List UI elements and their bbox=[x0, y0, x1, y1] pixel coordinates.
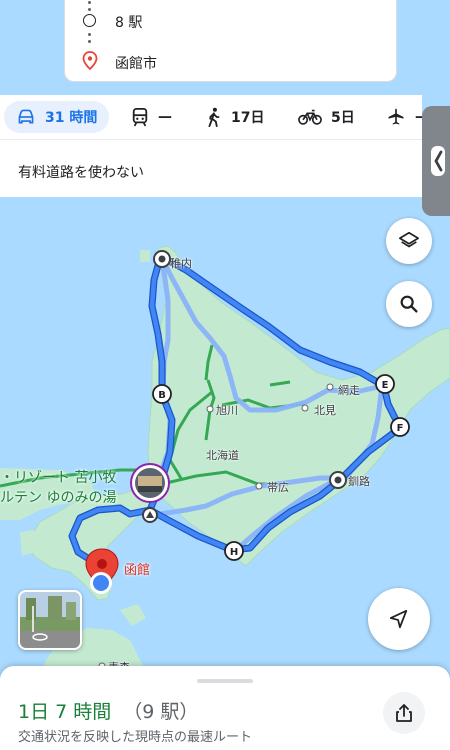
waypoint-circle-icon bbox=[83, 14, 96, 27]
search-icon bbox=[400, 295, 418, 313]
mode-walk-label: 17日 bbox=[231, 110, 265, 126]
stop-label-waypoint[interactable]: 8 駅 bbox=[115, 12, 142, 32]
mode-transit[interactable]: — bbox=[131, 101, 172, 133]
search-button[interactable] bbox=[386, 281, 432, 327]
avoid-tolls-label: 有料道路を使わない bbox=[18, 165, 144, 181]
route-options-row[interactable]: 有料道路を使わない bbox=[0, 139, 422, 197]
mode-drive-label: 31 時間 bbox=[45, 110, 98, 126]
mode-drive[interactable]: 31 時間 bbox=[4, 101, 110, 133]
place-label-kitami: 北見 bbox=[314, 404, 336, 417]
recenter-button[interactable] bbox=[368, 588, 430, 650]
walking-icon bbox=[208, 107, 220, 127]
street-view-image bbox=[26, 596, 76, 641]
share-icon bbox=[396, 704, 412, 722]
hotel-label[interactable]: ・リゾート 苫小牧 ルテン ゆのみの湯 bbox=[0, 468, 116, 508]
stations-count: （9 駅） bbox=[123, 701, 199, 723]
mode-transit-label: — bbox=[158, 109, 172, 125]
mode-walk[interactable]: 17日 bbox=[206, 101, 264, 133]
stop-label-destination[interactable]: 函館市 bbox=[115, 53, 157, 73]
duration-text: 1日 7 時間 bbox=[18, 701, 112, 723]
layers-icon bbox=[399, 231, 419, 248]
hotel-label-line2: ルテン ゆのみの湯 bbox=[0, 490, 117, 506]
street-view-thumbnail[interactable] bbox=[18, 590, 82, 650]
layers-button[interactable] bbox=[386, 218, 432, 264]
share-button[interactable] bbox=[383, 692, 425, 734]
place-label-kushiro: 釧路 bbox=[348, 475, 370, 488]
drag-handle[interactable] bbox=[197, 679, 253, 683]
navigation-arrow-icon bbox=[389, 609, 408, 629]
mode-bike-label: 5日 bbox=[331, 110, 355, 126]
place-label-abashiri: 網走 bbox=[338, 384, 360, 397]
place-label-obihiro: 帯広 bbox=[267, 481, 289, 494]
route-duration: 1日 7 時間 （9 駅） bbox=[18, 697, 198, 724]
hotel-label-line1: ・リゾート 苫小牧 bbox=[0, 470, 117, 486]
place-label-hokkaido: 北海道 bbox=[206, 449, 239, 462]
bicycle-icon bbox=[298, 109, 322, 125]
rotate-360-icon bbox=[32, 633, 48, 641]
chevron-left-icon bbox=[434, 150, 443, 172]
route-subtitle: 交通状況を反映した現時点の最速ルート bbox=[18, 730, 253, 745]
train-icon bbox=[132, 107, 148, 127]
airplane-icon bbox=[388, 108, 404, 125]
travel-mode-bar: 31 時間 — 17日 5日 — bbox=[0, 95, 429, 139]
destination-label: 函館 bbox=[124, 563, 151, 578]
car-icon bbox=[18, 109, 34, 124]
mode-bike[interactable]: 5日 bbox=[298, 101, 355, 133]
destination-pin-icon bbox=[82, 51, 98, 70]
place-label-asahikawa: 旭川 bbox=[216, 404, 238, 417]
place-label-wakkanai: 稚内 bbox=[170, 257, 192, 270]
route-stops-card[interactable]: 8 駅 函館市 bbox=[64, 0, 397, 82]
